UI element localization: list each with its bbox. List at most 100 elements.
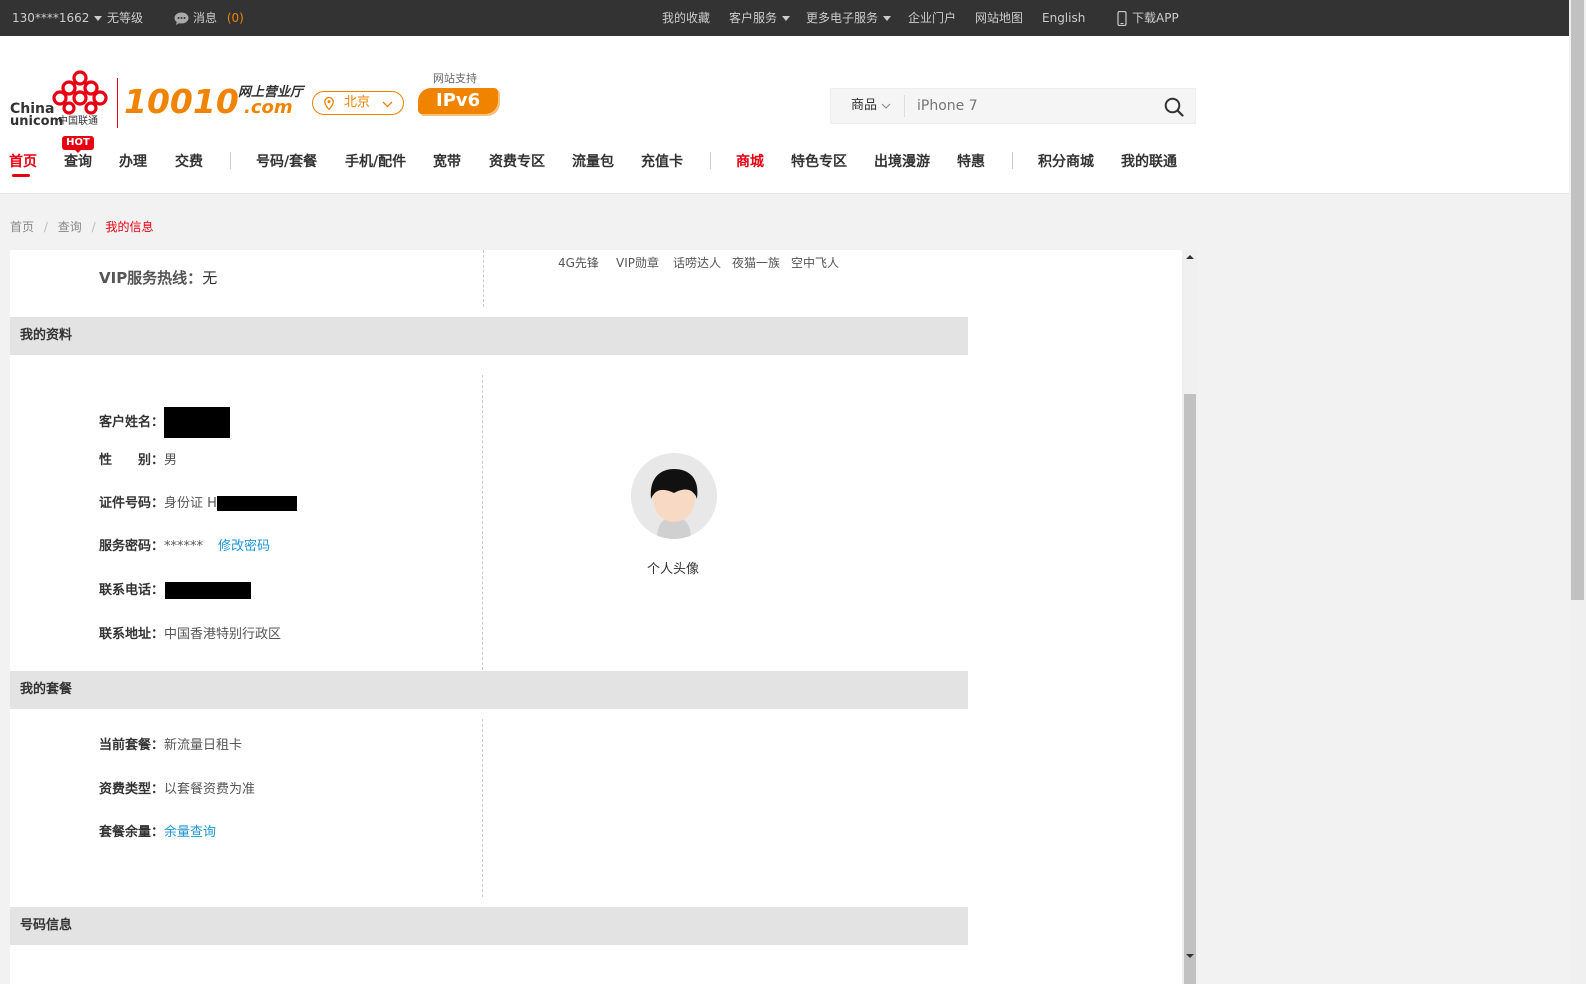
nav-active-underline: [12, 174, 30, 177]
brand-com: .com: [244, 97, 293, 118]
page-scrollbar-thumb[interactable]: [1571, 0, 1584, 600]
current-plan-row: 当前套餐：新流量日租卡: [99, 736, 242, 756]
nav-query[interactable]: 查询: [64, 154, 92, 170]
mobile-phone-icon: [1117, 10, 1127, 27]
avatar[interactable]: [631, 453, 717, 539]
messages-label: 消息: [193, 11, 218, 25]
chat-bubble-icon: [174, 12, 189, 25]
search-input[interactable]: [909, 92, 1149, 120]
customer-name-row: 客户姓名：: [99, 407, 231, 438]
nav-points-mall[interactable]: 积分商城: [1038, 154, 1094, 170]
nav-phone-accessories[interactable]: 手机/配件: [345, 154, 406, 170]
enterprise-portal-link[interactable]: 企业门户: [908, 0, 956, 36]
hot-badge-text: HOT: [66, 137, 90, 148]
unicom-knot-logo-icon: [52, 70, 108, 115]
site-brand-10010[interactable]: 10010 网上营业厅 .com: [124, 82, 309, 126]
more-eservices-menu[interactable]: 更多电子服务: [806, 0, 892, 36]
top-bar: 130****1662 无等级 消息 (0) 我的收藏 客户服务 更多电子服务 …: [0, 0, 1569, 36]
logo-divider: [117, 78, 118, 128]
gender-value: 男: [164, 453, 178, 468]
section-divider: [483, 250, 484, 307]
avatar-caption: 个人头像: [647, 562, 700, 577]
redacted-phone: [165, 582, 252, 599]
chevron-down-icon: [94, 16, 103, 21]
nav-divider: [710, 152, 711, 169]
nav-tariff-zone[interactable]: 资费专区: [489, 154, 545, 170]
messages-link[interactable]: 消息 (0): [174, 0, 244, 36]
nav-pay[interactable]: 交费: [175, 154, 203, 170]
favorites-link[interactable]: 我的收藏: [662, 0, 710, 36]
chevron-down-icon: [881, 103, 891, 109]
logo-cn-text: 中国联通: [58, 116, 98, 127]
user-phone-dropdown[interactable]: 130****1662: [12, 0, 103, 36]
nav-number-plan[interactable]: 号码/套餐: [256, 154, 317, 170]
nav-divider: [230, 152, 231, 169]
section-header-my-profile: 我的资料: [10, 317, 968, 355]
current-plan-value: 新流量日租卡: [164, 738, 243, 753]
vip-hotline-label: VIP服务热线：: [99, 269, 203, 287]
badge-chatterbox: 话唠达人: [673, 256, 722, 270]
contact-address-label: 联系地址：: [99, 627, 165, 642]
ipv6-text: IPv6: [436, 90, 481, 111]
content-scrollbar-thumb[interactable]: [1184, 394, 1196, 984]
breadcrumb: 首页 / 查询 / 我的信息: [10, 218, 153, 235]
nav-my-unicom[interactable]: 我的联通: [1121, 154, 1177, 170]
nav-special-zone[interactable]: 特色专区: [791, 154, 847, 170]
section-header-number-info: 号码信息: [10, 907, 968, 945]
service-password-value: ******: [164, 539, 204, 554]
contact-address-row: 联系地址：中国香港特别行政区: [99, 625, 281, 645]
user-level: 无等级: [107, 11, 144, 25]
nav-roaming[interactable]: 出境漫游: [874, 154, 930, 170]
redacted-id: [216, 496, 297, 511]
download-app-link[interactable]: 下载APP: [1117, 0, 1179, 36]
nav-divider: [1012, 152, 1013, 169]
nav-mall[interactable]: 商城: [736, 154, 764, 170]
breadcrumb-query[interactable]: 查询: [58, 220, 82, 234]
breadcrumb-home[interactable]: 首页: [10, 220, 34, 234]
search-box: 商品: [830, 88, 1196, 124]
china-unicom-logo[interactable]: China unicom 中国联通: [8, 70, 118, 130]
badge-4g-pioneer: 4G先锋: [558, 256, 599, 270]
site-map-link[interactable]: 网站地图: [975, 0, 1023, 36]
badge-frequent-flyer: 空中飞人: [791, 256, 840, 270]
chevron-down-icon: [883, 16, 892, 21]
fee-type-row: 资费类型：以套餐资费为准: [99, 780, 255, 800]
badge-night-owl: 夜猫一族: [732, 256, 781, 270]
nav-home[interactable]: 首页: [9, 154, 37, 170]
search-icon[interactable]: [1164, 97, 1184, 117]
service-password-row: 服务密码：****** 修改密码: [99, 537, 270, 557]
nav-data-pack[interactable]: 流量包: [572, 154, 614, 170]
fee-type-value: 以套餐资费为准: [164, 782, 256, 797]
search-category-select[interactable]: 商品: [851, 89, 891, 123]
ipv6-support-text: 网站支持: [433, 72, 477, 85]
location-pin-icon: [324, 97, 334, 110]
city-selector[interactable]: 北京: [312, 91, 404, 115]
plan-balance-row: 套餐余量：余量查询: [99, 823, 216, 843]
badge-vip-medal: VIP勋章: [616, 256, 659, 270]
contact-phone-row: 联系电话：: [99, 581, 252, 601]
download-app-label: 下载APP: [1132, 11, 1179, 25]
plan-balance-label: 套餐余量：: [99, 825, 165, 840]
breadcrumb-separator: /: [91, 220, 96, 234]
nav-recharge-card[interactable]: 充值卡: [641, 154, 683, 170]
english-link[interactable]: English: [1042, 0, 1085, 36]
my-info-panel: VIP服务热线：无 4G先锋 VIP勋章 话唠达人 夜猫一族 空中飞人 我的资料…: [10, 250, 1198, 984]
chevron-down-icon: [382, 101, 393, 108]
breadcrumb-separator: /: [43, 220, 48, 234]
scroll-down-arrow-icon[interactable]: [1184, 952, 1196, 960]
customer-service-menu[interactable]: 客户服务: [729, 0, 791, 36]
customer-name-label: 客户姓名：: [99, 415, 165, 430]
nav-deals[interactable]: 特惠: [957, 154, 985, 170]
brand-number: 10010: [124, 82, 239, 121]
change-password-link[interactable]: 修改密码: [218, 539, 270, 554]
search-category-label: 商品: [851, 98, 878, 113]
section-divider: [482, 375, 483, 670]
balance-query-link[interactable]: 余量查询: [164, 825, 216, 840]
redacted-name: [164, 407, 231, 438]
nav-handle[interactable]: 办理: [119, 154, 147, 170]
nav-broadband[interactable]: 宽带: [433, 154, 461, 170]
vip-hotline-row: VIP服务热线：无: [99, 267, 217, 289]
id-number-row: 证件号码：身份证 H: [99, 494, 297, 514]
scroll-up-arrow-icon[interactable]: [1184, 253, 1196, 261]
logo-unicom-text: unicom: [10, 114, 64, 129]
